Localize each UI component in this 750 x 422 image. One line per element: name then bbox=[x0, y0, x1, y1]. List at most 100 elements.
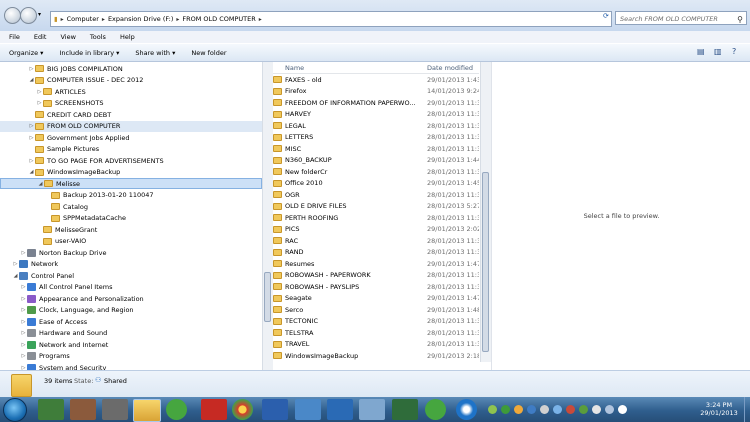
back-button[interactable] bbox=[4, 7, 21, 24]
navigation-scrollbar[interactable] bbox=[262, 62, 273, 370]
expand-arrow-icon[interactable]: ▷ bbox=[12, 261, 19, 267]
navigation-pane[interactable]: ▷ BIG JOBS COMPILATION ◢ COMPUTER ISSUE - D… bbox=[0, 62, 262, 372]
expand-arrow-icon[interactable]: ▷ bbox=[20, 330, 27, 336]
word-app-icon[interactable] bbox=[262, 399, 288, 420]
include-in-library-button[interactable]: Include in library ▾ bbox=[51, 49, 127, 57]
tray-icon[interactable] bbox=[514, 405, 523, 414]
file-row[interactable]: FAXES - old 29/01/2013 1:43 A bbox=[273, 74, 479, 85]
file-row[interactable]: TELSTRA 28/01/2013 11:32 bbox=[273, 327, 479, 338]
file-row[interactable]: LETTERS 28/01/2013 11:31 bbox=[273, 132, 479, 143]
tray-icon[interactable] bbox=[501, 405, 510, 414]
nav-tree-item[interactable]: Backup 2013-01-20 110047 bbox=[0, 190, 262, 201]
nav-tree-item[interactable]: ▷ Network bbox=[0, 259, 262, 270]
show-desktop-button[interactable] bbox=[744, 397, 750, 422]
file-row[interactable]: RAC 28/01/2013 11:32 bbox=[273, 235, 479, 246]
tray-icon[interactable] bbox=[540, 405, 549, 414]
nav-tree-item[interactable]: ▷ Ease of Access bbox=[0, 316, 262, 327]
flag-icon[interactable] bbox=[592, 405, 601, 414]
document-app-icon[interactable] bbox=[359, 399, 385, 420]
expand-arrow-icon[interactable]: ▷ bbox=[20, 296, 27, 302]
nav-tree-item[interactable]: ▷ Government Jobs Applied bbox=[0, 132, 262, 143]
expand-arrow-icon[interactable]: ▷ bbox=[36, 89, 43, 95]
expand-arrow-icon[interactable]: ▷ bbox=[20, 250, 27, 256]
menu-tools[interactable]: Tools bbox=[81, 33, 111, 41]
clock-app-icon[interactable] bbox=[166, 399, 187, 420]
breadcrumb-drive[interactable]: Expansion Drive (F:) bbox=[105, 15, 176, 23]
expand-arrow-icon[interactable]: ▷ bbox=[28, 123, 35, 129]
address-field[interactable]: ▮ ▸ Computer ▸ Expansion Drive (F:) ▸ FR… bbox=[50, 11, 612, 27]
file-row[interactable]: OGR 28/01/2013 11:32 bbox=[273, 189, 479, 200]
file-row[interactable]: RAND 28/01/2013 11:32 bbox=[273, 247, 479, 258]
nav-tree-item[interactable]: ◢ Control Panel bbox=[0, 270, 262, 281]
pdf-reader-icon[interactable] bbox=[201, 399, 227, 420]
people-app-icon[interactable] bbox=[70, 399, 96, 420]
menu-file[interactable]: File bbox=[0, 33, 25, 41]
expand-arrow-icon[interactable]: ▷ bbox=[20, 307, 27, 313]
nav-tree-item[interactable]: ▷ All Control Panel Items bbox=[0, 282, 262, 293]
clock-app-2-icon[interactable] bbox=[425, 399, 446, 420]
file-row[interactable]: Firefox 14/01/2013 9:24 PI bbox=[273, 86, 479, 97]
file-row[interactable]: ROBOWASH - PAPERWORK 28/01/2013 11:32 bbox=[273, 270, 479, 281]
file-row[interactable]: HARVEY 28/01/2013 11:31 bbox=[273, 109, 479, 120]
tray-icon[interactable] bbox=[579, 405, 588, 414]
nav-tree-item[interactable]: ▷ ARTICLES bbox=[0, 86, 262, 97]
nav-tree-item[interactable]: ▷ Programs bbox=[0, 351, 262, 362]
file-row[interactable]: OLD E DRIVE FILES 28/01/2013 5:27 PI bbox=[273, 201, 479, 212]
forward-button[interactable] bbox=[20, 7, 37, 24]
file-row[interactable]: ROBOWASH - PAYSLIPS 28/01/2013 11:32 bbox=[273, 281, 479, 292]
column-date-modified[interactable]: Date modified bbox=[427, 64, 473, 72]
file-row[interactable]: N360_BACKUP 29/01/2013 1:44 A bbox=[273, 155, 479, 166]
file-row[interactable]: PERTH ROOFING 28/01/2013 11:32 bbox=[273, 212, 479, 223]
breadcrumb-computer[interactable]: Computer bbox=[64, 15, 102, 23]
search-input[interactable]: Search FROM OLD COMPUTER ⚲ bbox=[615, 11, 747, 25]
nav-tree-item[interactable]: ◢ Melisse bbox=[0, 178, 262, 189]
menu-help[interactable]: Help bbox=[111, 33, 140, 41]
volume-icon[interactable] bbox=[618, 405, 627, 414]
tray-icon[interactable] bbox=[566, 405, 575, 414]
nav-tree-item[interactable]: MelisseGrant bbox=[0, 224, 262, 235]
file-row[interactable]: Resumes 29/01/2013 1:47 A bbox=[273, 258, 479, 269]
taskbar-clock[interactable]: 3:24 PM 29/01/2013 bbox=[696, 401, 742, 417]
expand-arrow-icon[interactable]: ▷ bbox=[36, 100, 43, 106]
nav-tree-item[interactable]: Catalog bbox=[0, 201, 262, 212]
file-list[interactable]: Name Date modified FAXES - old 29/01/2013… bbox=[273, 62, 479, 362]
network-tray-icon[interactable] bbox=[605, 405, 614, 414]
expand-arrow-icon[interactable]: ▷ bbox=[20, 342, 27, 348]
file-list-scroll-thumb[interactable] bbox=[482, 172, 489, 352]
file-row[interactable]: PICS 29/01/2013 2:02 A bbox=[273, 224, 479, 235]
expand-arrow-icon[interactable]: ◢ bbox=[28, 169, 35, 175]
expand-arrow-icon[interactable]: ▷ bbox=[20, 353, 27, 359]
nav-tree-item[interactable]: ▷ FROM OLD COMPUTER bbox=[0, 120, 262, 132]
refresh-icon[interactable]: ⟳ bbox=[603, 12, 609, 20]
expand-arrow-icon[interactable]: ▷ bbox=[20, 284, 27, 290]
start-button[interactable] bbox=[3, 398, 27, 422]
new-folder-button[interactable]: New folder bbox=[183, 49, 234, 57]
file-row[interactable]: WindowsImageBackup 29/01/2013 2:18 A bbox=[273, 350, 479, 361]
nav-tree-item[interactable]: ▷ Appearance and Personalization bbox=[0, 293, 262, 304]
tray-icon[interactable] bbox=[488, 405, 497, 414]
tray-icon[interactable] bbox=[553, 405, 562, 414]
recent-pages-chevron-icon[interactable]: ▾ bbox=[38, 11, 41, 18]
file-row[interactable]: Seagate 29/01/2013 1:47 A bbox=[273, 293, 479, 304]
nav-tree-item[interactable]: Sample Pictures bbox=[0, 144, 262, 155]
search-icon[interactable]: ⚲ bbox=[737, 13, 743, 27]
preview-pane-icon[interactable]: ▥ bbox=[714, 47, 722, 56]
nav-tree-item[interactable]: CREDIT CARD DEBT bbox=[0, 109, 262, 120]
malwarebytes-icon[interactable] bbox=[327, 399, 353, 420]
share-with-button[interactable]: Share with ▾ bbox=[127, 49, 183, 57]
nav-tree-item[interactable]: user-VAIO bbox=[0, 236, 262, 247]
file-row[interactable]: Serco 29/01/2013 1:48 A bbox=[273, 304, 479, 315]
file-row[interactable]: FREEDOM OF INFORMATION PAPERWO... 29/01/2… bbox=[273, 97, 479, 108]
nav-tree-item[interactable]: ◢ WindowsImageBackup bbox=[0, 167, 262, 178]
scanner-app-icon[interactable] bbox=[102, 399, 128, 420]
nav-tree-item[interactable]: ▷ Clock, Language, and Region bbox=[0, 305, 262, 316]
menu-view[interactable]: View bbox=[51, 33, 80, 41]
file-row[interactable]: LEGAL 28/01/2013 11:31 bbox=[273, 120, 479, 131]
monitor-app-icon[interactable] bbox=[392, 399, 418, 420]
menu-edit[interactable]: Edit bbox=[25, 33, 52, 41]
chrome-browser-icon[interactable] bbox=[232, 399, 253, 420]
file-row[interactable]: Office 2010 29/01/2013 1:45 A bbox=[273, 178, 479, 189]
expand-arrow-icon[interactable]: ◢ bbox=[12, 273, 19, 279]
nav-tree-item[interactable]: ◢ COMPUTER ISSUE - DEC 2012 bbox=[0, 75, 262, 86]
file-row[interactable]: TECTONIC 28/01/2013 11:32 bbox=[273, 316, 479, 327]
